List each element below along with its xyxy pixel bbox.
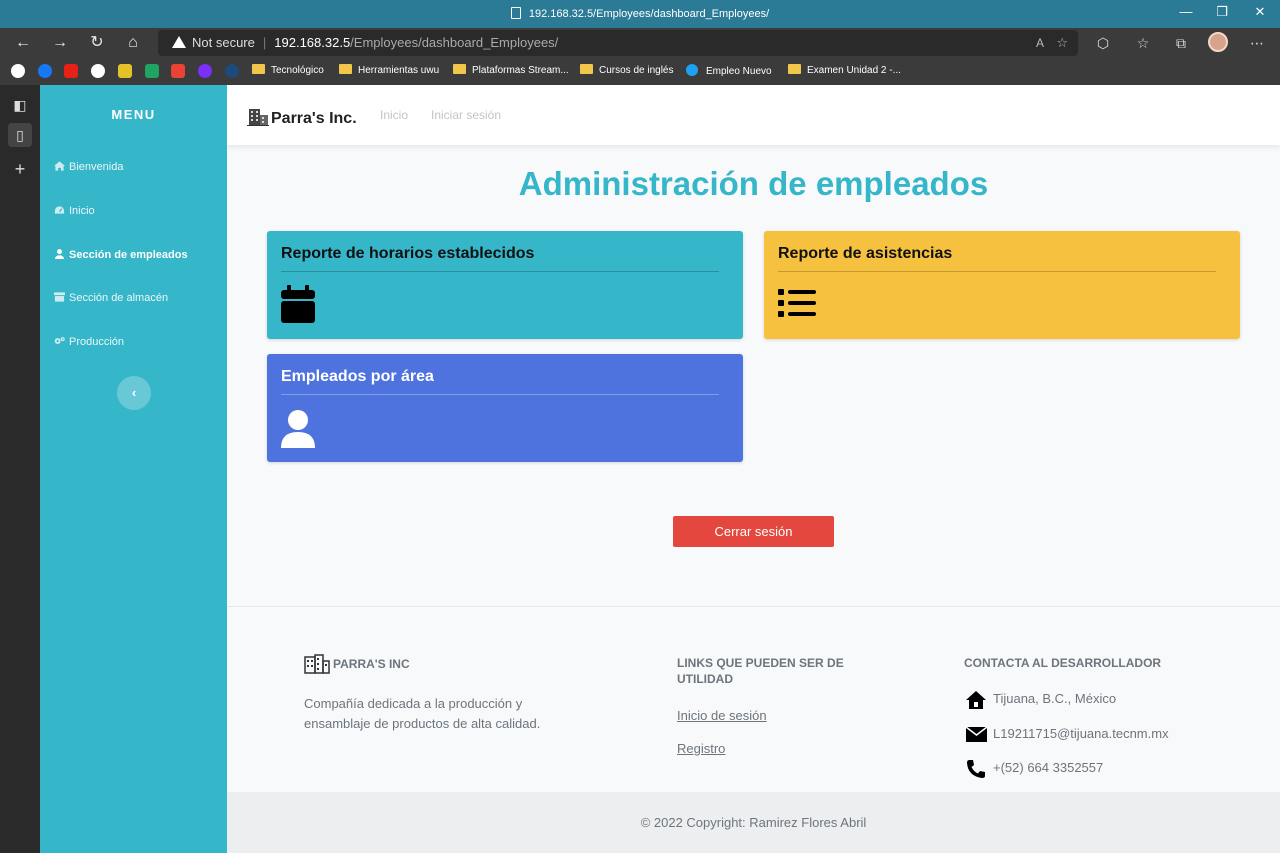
bookmark-folder[interactable]: Plataformas Stream... <box>453 64 569 78</box>
address-row: ← → ↻ ⌂ Not secure | 192.168.32.5/Employee… <box>0 28 1280 58</box>
card-title: Reporte de horarios establecidos <box>281 245 535 262</box>
user-icon <box>281 410 315 448</box>
refresh-button[interactable]: ↻ <box>86 32 108 54</box>
window-title: 192.168.32.5/Employees/dashboard_Employe… <box>528 8 770 20</box>
top-navbar: Parra's Inc. Inicio Iniciar sesión <box>227 85 1280 145</box>
bookmark-folder[interactable]: Herramientas uwu <box>339 64 439 78</box>
profile-avatar[interactable] <box>1208 32 1228 52</box>
favorites-icon[interactable]: ☆ <box>1132 32 1154 54</box>
footer-link-inicio-sesion[interactable]: Inicio de sesión <box>677 708 767 723</box>
gauge-icon <box>54 206 65 214</box>
bookmark-folder[interactable]: Tecnológico <box>252 64 324 78</box>
tab-actions-icon[interactable]: ◧ <box>8 93 32 117</box>
home-button[interactable]: ⌂ <box>122 32 144 54</box>
github-favicon[interactable] <box>91 64 105 78</box>
page-icon <box>510 7 521 19</box>
sidebar-item-inicio[interactable]: Inicio <box>54 205 95 217</box>
folder-icon <box>339 64 352 74</box>
nav-link-inicio[interactable]: Inicio <box>380 108 408 122</box>
footer-company-title: PARRA'S INC <box>333 657 410 671</box>
security-label: Not secure <box>192 35 255 50</box>
new-tab-icon[interactable]: + <box>8 157 32 181</box>
brand-logo[interactable]: Parra's Inc. <box>247 106 357 128</box>
building-icon <box>247 109 269 126</box>
close-window-button[interactable]: ✕ <box>1250 4 1270 20</box>
drive-favicon[interactable] <box>145 64 159 78</box>
copyright-bar: © 2022 Copyright: Ramirez Flores Abril <box>227 792 1280 853</box>
list-icon <box>778 289 816 317</box>
nav-link-iniciar-sesion[interactable]: Iniciar sesión <box>431 108 501 122</box>
read-aloud-icon[interactable]: A <box>1036 30 1044 56</box>
google-favicon[interactable] <box>11 64 25 78</box>
warning-icon <box>172 36 186 48</box>
classroom-favicon[interactable] <box>118 64 132 78</box>
house-icon <box>966 691 986 709</box>
logout-button[interactable]: Cerrar sesión <box>673 516 834 547</box>
edge-icon <box>686 64 698 76</box>
facebook-favicon[interactable] <box>38 64 52 78</box>
card-divider <box>281 394 719 395</box>
minimize-button[interactable]: — <box>1176 4 1196 19</box>
sidebar-item-empleados[interactable]: Sección de empleados <box>54 249 188 261</box>
sidebar: MENU Bienvenida Inicio Sección de emplea… <box>40 85 227 853</box>
url-host: 192.168.32.5 <box>274 35 351 50</box>
calendar-icon <box>281 285 315 323</box>
site-favicon[interactable] <box>225 64 239 78</box>
youtube-favicon[interactable] <box>64 64 78 78</box>
sidebar-item-bienvenida[interactable]: Bienvenida <box>54 161 123 173</box>
footer-phone: +(52) 664 3352557 <box>993 760 1104 775</box>
card-asistencias[interactable]: Reporte de asistencias <box>764 231 1240 339</box>
restore-button[interactable]: ❐ <box>1212 4 1232 20</box>
forward-button[interactable]: → <box>49 32 71 54</box>
folder-icon <box>252 64 265 74</box>
favorite-star-icon[interactable]: ☆ <box>1056 30 1068 56</box>
more-menu-icon[interactable]: ⋯ <box>1246 32 1268 54</box>
browser-title-bar: 192.168.32.5/Employees/dashboard_Employe… <box>0 0 1280 28</box>
main-content: Parra's Inc. Inicio Iniciar sesión Admin… <box>227 85 1280 853</box>
footer-link-registro[interactable]: Registro <box>677 741 725 756</box>
sidebar-item-produccion[interactable]: Producción <box>54 336 124 348</box>
warehouse-icon <box>54 292 65 302</box>
sidebar-title: MENU <box>111 107 156 122</box>
phone-icon <box>967 760 985 778</box>
brand-name: Parra's Inc. <box>271 110 357 127</box>
home-icon <box>54 161 65 171</box>
url-path: /Employees/dashboard_Employees/ <box>350 35 559 50</box>
collections-icon[interactable]: ⧉ <box>1170 32 1192 54</box>
building-icon <box>304 654 330 674</box>
chevron-left-icon: ‹ <box>131 385 137 400</box>
folder-icon <box>788 64 801 74</box>
footer-company-desc: Compañía dedicada a la producción y ensa… <box>304 696 541 731</box>
sidebar-collapse-button[interactable]: ‹ <box>117 376 151 410</box>
footer-location: Tijuana, B.C., México <box>993 691 1117 706</box>
gears-icon <box>54 337 65 344</box>
folder-icon <box>453 64 466 74</box>
user-icon <box>54 249 65 259</box>
extensions-icon[interactable]: ⬡ <box>1092 32 1114 54</box>
footer-links-title: LINKS QUE PUEDEN SER DE UTILIDAD <box>677 656 844 686</box>
bookmark-link[interactable]: Empleo Nuevo <box>686 64 772 79</box>
footer-contact-title: CONTACTA AL DESARROLLADOR <box>964 656 1162 670</box>
vertical-tabs-bar: ◧ ▯ + <box>0 85 40 853</box>
footer: PARRA'S INC Compañía dedicada a la produ… <box>227 606 1280 792</box>
card-title: Reporte de asistencias <box>778 245 953 262</box>
card-horarios[interactable]: Reporte de horarios establecidos <box>267 231 743 339</box>
address-bar[interactable]: Not secure | 192.168.32.5/Employees/dashbo… <box>158 30 1078 56</box>
app-favicon[interactable] <box>198 64 212 78</box>
gmail-favicon[interactable] <box>171 64 185 78</box>
back-button[interactable]: ← <box>12 32 34 54</box>
sidebar-item-almacen[interactable]: Sección de almacén <box>54 292 168 304</box>
card-divider <box>778 271 1216 272</box>
card-title: Empleados por área <box>281 368 434 385</box>
bookmark-folder[interactable]: Examen Unidad 2 -... <box>788 64 901 78</box>
bookmark-folder[interactable]: Cursos de inglés <box>580 64 673 78</box>
page-title: Administración de empleados <box>518 165 989 202</box>
current-tab-icon[interactable]: ▯ <box>8 123 32 147</box>
folder-icon <box>580 64 593 74</box>
envelope-icon <box>966 727 987 742</box>
card-empleados-area[interactable]: Empleados por área <box>267 354 743 462</box>
card-divider <box>281 271 719 272</box>
footer-email: L19211715@tijuana.tecnm.mx <box>993 726 1169 741</box>
bookmarks-bar: Tecnológico Herramientas uwu Plataformas… <box>0 58 1280 85</box>
